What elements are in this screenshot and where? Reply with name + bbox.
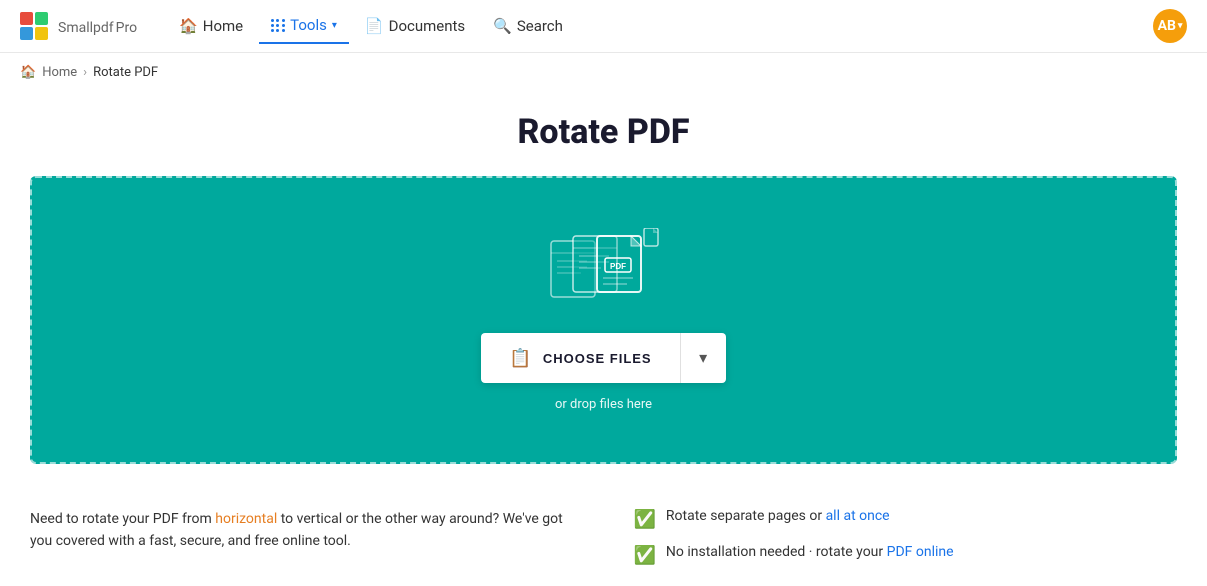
nav-items: 🏠 Home Tools ▾ 📄 Documents 🔍 S [167,8,1153,44]
document-icon: 📄 [365,17,384,35]
nav-documents-label: Documents [389,17,466,35]
check-icon-1: ✅ [634,509,656,530]
pdf-file-icons: PDF [549,228,659,313]
info-feature-1: ✅ Rotate separate pages or all at once [634,508,1178,530]
info-highlight-link[interactable]: horizontal [215,511,277,527]
breadcrumb-current: Rotate PDF [93,65,158,80]
logo-color-red [20,12,33,25]
file-upload-icon: 📋 [509,348,532,369]
navbar: SmallpdfPro 🏠 Home Tools ▾ 📄 D [0,0,1207,53]
info-features-list: ✅ Rotate separate pages or all at once ✅… [634,508,1178,566]
dot9 [282,29,285,32]
user-initials: AB [1158,18,1176,34]
feature-2-link[interactable]: PDF online [887,544,954,560]
grid-icon [271,19,285,32]
breadcrumb-separator: › [83,65,87,80]
dot3 [282,19,285,22]
logo-color-yellow [35,27,48,40]
feature-2-text: No installation needed · rotate your PDF… [666,544,954,560]
brand-name: SmallpdfPro [56,16,137,37]
nav-home[interactable]: 🏠 Home [167,9,255,43]
logo-color-blue [20,27,33,40]
user-avatar[interactable]: AB ▾ [1153,9,1187,43]
page-title: Rotate PDF [0,112,1207,152]
dot2 [276,19,279,22]
info-feature-2: ✅ No installation needed · rotate your P… [634,544,1178,566]
info-left-text: Need to rotate your PDF from horizontal … [30,508,574,553]
info-section: Need to rotate your PDF from horizontal … [0,488,1207,586]
dropzone[interactable]: PDF 📋 CHOOSE FILES ▾ or drop files here [30,176,1177,464]
nav-search[interactable]: 🔍 Search [481,9,575,43]
dropdown-arrow-icon: ▾ [699,348,707,368]
home-breadcrumb-icon: 🏠 [20,65,36,80]
feature-1-link[interactable]: all at once [826,508,890,524]
dropzone-wrapper: PDF 📋 CHOOSE FILES ▾ or drop files here [0,176,1207,488]
logo[interactable]: SmallpdfPro [20,12,137,40]
avatar-arrow-icon: ▾ [1178,21,1183,31]
nav-search-label: Search [517,17,563,35]
search-icon: 🔍 [493,17,512,35]
svg-text:PDF: PDF [610,262,626,271]
breadcrumb-home-link[interactable]: Home [42,65,77,80]
home-icon: 🏠 [179,17,198,35]
nav-tools-label: Tools [290,16,327,34]
info-right: ✅ Rotate separate pages or all at once ✅… [634,508,1178,566]
dot6 [282,24,285,27]
info-text-part1: Need to rotate your PDF from [30,511,215,527]
dot1 [271,19,274,22]
choose-files-label: CHOOSE FILES [543,351,652,366]
nav-home-label: Home [203,17,243,35]
dot4 [271,24,274,27]
info-left: Need to rotate your PDF from horizontal … [30,508,574,566]
breadcrumb: 🏠 Home › Rotate PDF [0,53,1207,92]
dot7 [271,29,274,32]
brand-name-text: Smallpdf [58,20,114,36]
check-icon-2: ✅ [634,545,656,566]
feature-1-text-before: Rotate separate pages or [666,508,826,524]
logo-grid [20,12,48,40]
choose-files-dropdown-button[interactable]: ▾ [680,333,726,383]
tools-arrow-icon: ▾ [332,20,337,31]
feature-1-text: Rotate separate pages or all at once [666,508,890,524]
dot5 [276,24,279,27]
brand-plan: Pro [116,20,137,36]
drop-hint: or drop files here [555,397,652,412]
dot8 [276,29,279,32]
choose-files-row: 📋 CHOOSE FILES ▾ [481,333,725,383]
nav-tools[interactable]: Tools ▾ [259,8,349,44]
choose-files-button[interactable]: 📋 CHOOSE FILES [481,333,679,383]
feature-2-text-before: No installation needed · rotate your [666,544,887,560]
nav-documents[interactable]: 📄 Documents [353,9,477,43]
logo-color-green [35,12,48,25]
